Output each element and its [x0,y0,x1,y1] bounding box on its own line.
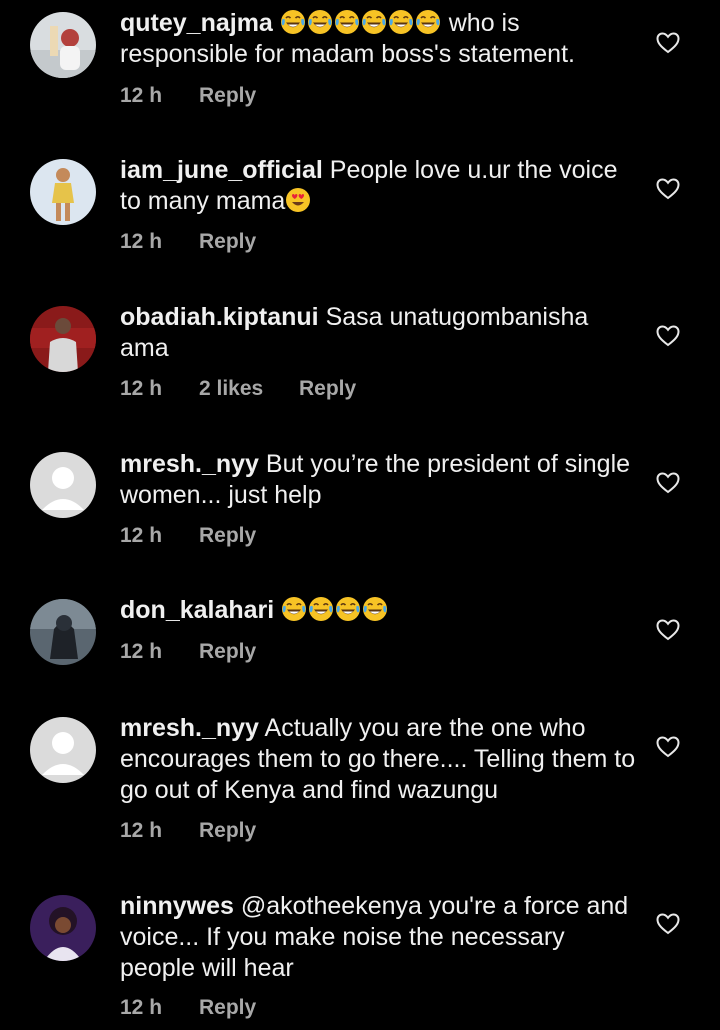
comment-body: qutey_najma who is responsible for madam… [120,8,640,70]
timestamp: 12 h [120,377,163,400]
reply-button[interactable]: Reply [199,524,256,548]
laughing-tears-emoji-icon [415,9,441,35]
comment-meta: 12 h Reply [120,524,256,548]
timestamp: 12 h [120,230,163,253]
laughing-tears-emoji-icon [362,596,388,622]
avatar[interactable] [30,306,96,372]
laughing-tears-emoji-icon [388,9,414,35]
comment-meta: 12 h Reply [120,230,256,254]
like-heart-icon[interactable] [656,913,680,935]
avatar[interactable] [30,12,96,78]
username[interactable]: mresh._nyy [120,714,259,742]
likes-count[interactable]: 2 likes [199,377,299,401]
comment-meta: 12 h 2 likes Reply [120,377,356,401]
username[interactable]: ninnywes [120,892,234,920]
comment-body: mresh._nyy But you’re the president of s… [120,449,640,511]
comment-list: qutey_najma who is responsible for madam… [0,0,720,1030]
laughing-tears-emoji-icon [281,596,307,622]
laughing-tears-emoji-icon [307,9,333,35]
reply-button[interactable]: Reply [199,84,256,108]
like-heart-icon[interactable] [656,472,680,494]
username[interactable]: iam_june_official [120,156,323,184]
emoji-group [281,596,389,624]
username[interactable]: mresh._nyy [120,450,259,478]
username[interactable]: don_kalahari [120,596,274,624]
avatar[interactable] [30,895,96,961]
timestamp: 12 h [120,524,163,547]
timestamp: 12 h [120,640,163,663]
comment-body: ninnywes @akotheekenya you're a force an… [120,891,640,984]
avatar[interactable] [30,599,96,665]
avatar[interactable] [30,159,96,225]
reply-button[interactable]: Reply [199,996,256,1020]
comment-body: iam_june_official People love u.ur the v… [120,155,640,217]
reply-button[interactable]: Reply [199,819,256,843]
laughing-tears-emoji-icon [280,9,306,35]
like-heart-icon[interactable] [656,32,680,54]
reply-button[interactable]: Reply [199,640,256,664]
comment-body: obadiah.kiptanui Sasa unatugombanisha am… [120,302,640,364]
emoji-group [280,9,442,37]
username[interactable]: obadiah.kiptanui [120,303,319,331]
avatar[interactable] [30,717,96,783]
username[interactable]: qutey_najma [120,9,273,37]
like-heart-icon[interactable] [656,736,680,758]
heart-eyes-emoji-icon [285,187,311,213]
comment-meta: 12 h Reply [120,640,256,664]
comment-meta: 12 h Reply [120,84,256,108]
laughing-tears-emoji-icon [334,9,360,35]
laughing-tears-emoji-icon [335,596,361,622]
timestamp: 12 h [120,84,163,107]
laughing-tears-emoji-icon [361,9,387,35]
comment-body: mresh._nyy Actually you are the one who … [120,713,640,806]
laughing-tears-emoji-icon [308,596,334,622]
comment-meta: 12 h Reply [120,819,256,843]
reply-button[interactable]: Reply [199,230,256,254]
avatar[interactable] [30,452,96,518]
comment-meta: 12 h Reply [120,996,256,1020]
like-heart-icon[interactable] [656,325,680,347]
timestamp: 12 h [120,996,163,1019]
like-heart-icon[interactable] [656,178,680,200]
comment-body: don_kalahari [120,595,640,626]
timestamp: 12 h [120,819,163,842]
reply-button[interactable]: Reply [299,377,356,401]
like-heart-icon[interactable] [656,619,680,641]
